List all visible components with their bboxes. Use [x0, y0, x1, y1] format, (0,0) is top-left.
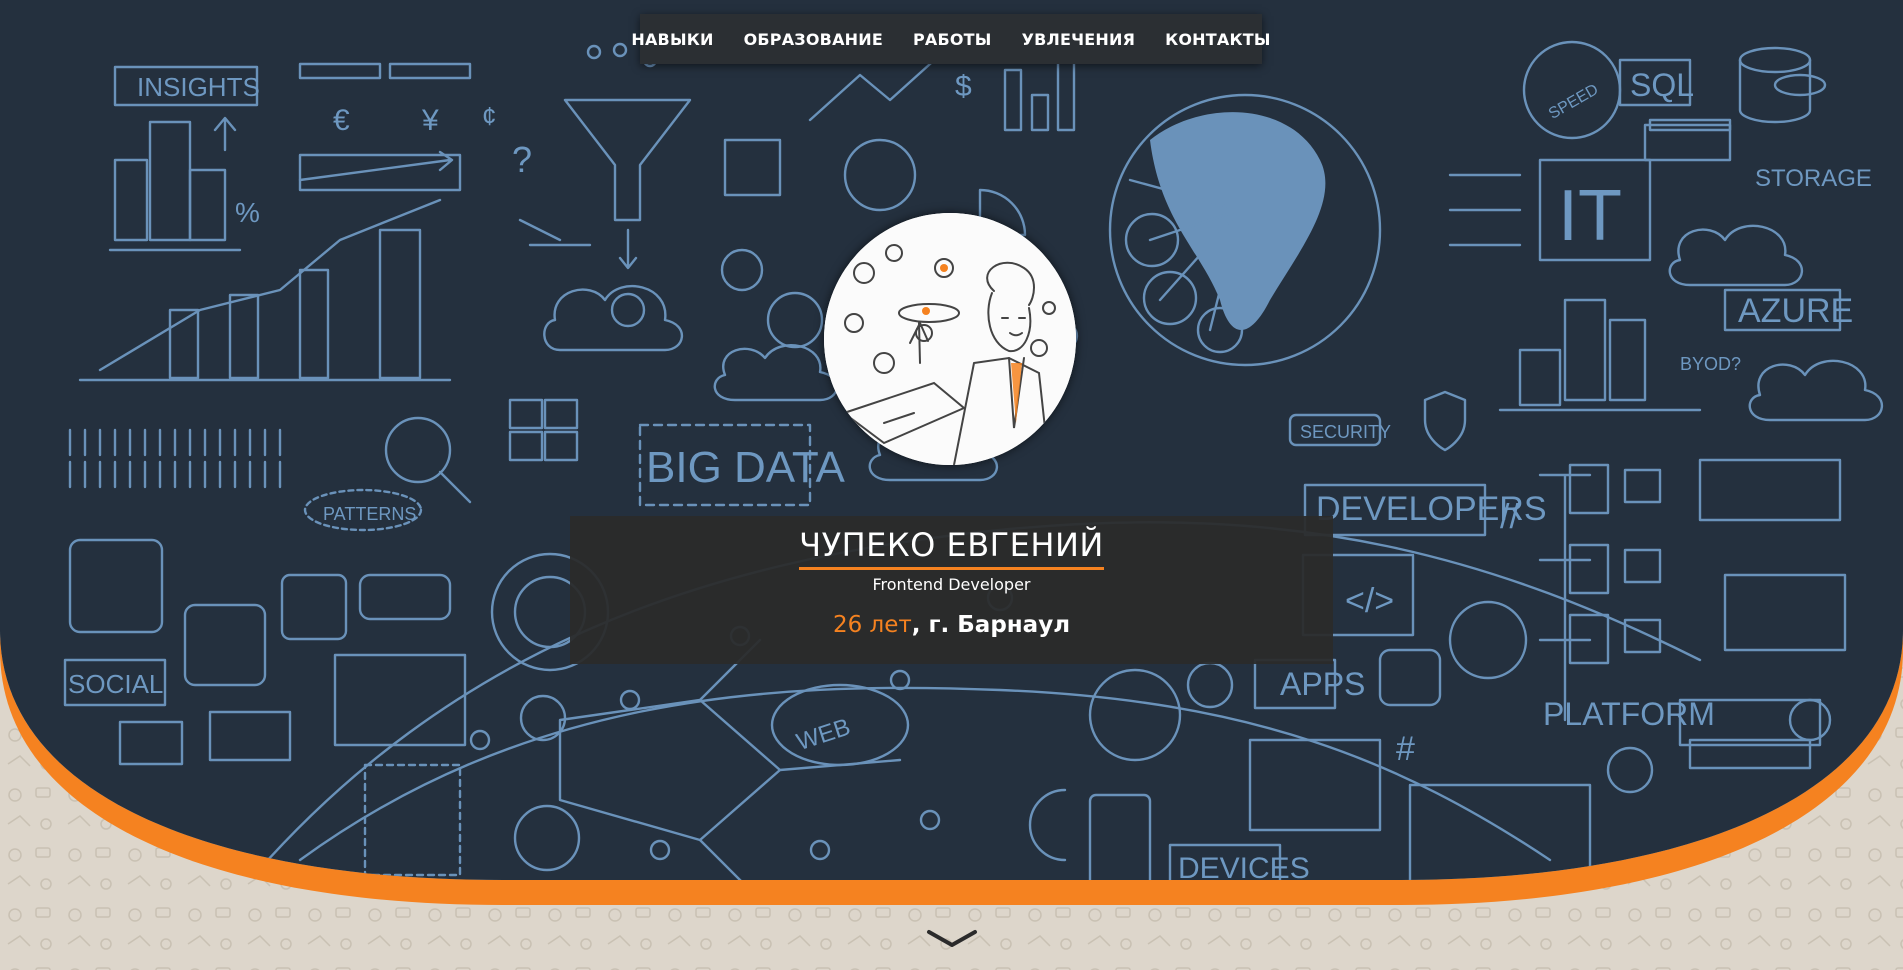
doodle-cent-text: ¢	[482, 101, 496, 131]
doodle-social-text: SOCIAL	[68, 669, 163, 699]
doodle-big-data-text: BIG DATA	[646, 443, 845, 492]
city-value: , г. Барнаул	[911, 612, 1071, 638]
doodle-storage-text: STORAGE	[1755, 165, 1872, 192]
nav-item-education[interactable]: ОБРАЗОВАНИЕ	[744, 30, 883, 49]
nav-item-works[interactable]: РАБОТЫ	[913, 30, 992, 49]
doodle-sql-text: SQL	[1630, 67, 1694, 103]
profile-card: ЧУПЕКО ЕВГЕНИЙ Frontend Developer 26 лет…	[570, 516, 1333, 664]
avatar	[824, 213, 1076, 465]
doodle-it-text: IT	[1558, 176, 1622, 256]
nav-item-skills[interactable]: НАВЫКИ	[631, 30, 713, 49]
doodle-insights-text: INSIGHTS	[137, 72, 260, 102]
doodle-byod-text: BYOD?	[1680, 354, 1741, 374]
doodle-slashes-text: //	[1500, 498, 1519, 536]
doodle-security-text: SECURITY	[1300, 422, 1391, 442]
doodle-percent-text: %	[235, 197, 260, 228]
scroll-down-button[interactable]	[926, 928, 978, 950]
doodle-patterns-text: PATTERNS	[323, 504, 416, 524]
doodle-apps-text: APPS	[1280, 666, 1365, 702]
job-title: Frontend Developer	[872, 575, 1031, 594]
nav-item-hobbies[interactable]: УВЛЕЧЕНИЯ	[1022, 30, 1136, 49]
doodle-yen-text: ¥	[421, 104, 439, 137]
doodle-question-text: ?	[512, 139, 532, 180]
nav-item-contacts[interactable]: КОНТАКТЫ	[1165, 30, 1271, 49]
age-location: 26 лет, г. Барнаул	[570, 612, 1333, 638]
chevron-down-icon	[927, 930, 977, 947]
doodle-platform-text: PLATFORM	[1543, 696, 1715, 732]
doodle-code-text: </>	[1345, 582, 1394, 620]
main-navigation: НАВЫКИ ОБРАЗОВАНИЕ РАБОТЫ УВЛЕЧЕНИЯ КОНТ…	[631, 14, 1270, 64]
doodle-dollar-text: $	[955, 70, 972, 103]
page-title: ЧУПЕКО ЕВГЕНИЙ	[799, 526, 1104, 570]
doodle-euro-text: €	[333, 104, 350, 137]
doodle-hash-text: #	[1396, 730, 1415, 768]
developer-illustration	[824, 213, 1076, 465]
doodle-azure-text: AZURE	[1738, 292, 1853, 330]
age-value: 26 лет	[832, 612, 912, 638]
hero-section: INSIGHTS BIG DATA PATTERNS SOCIAL WEB DE…	[0, 0, 1903, 905]
